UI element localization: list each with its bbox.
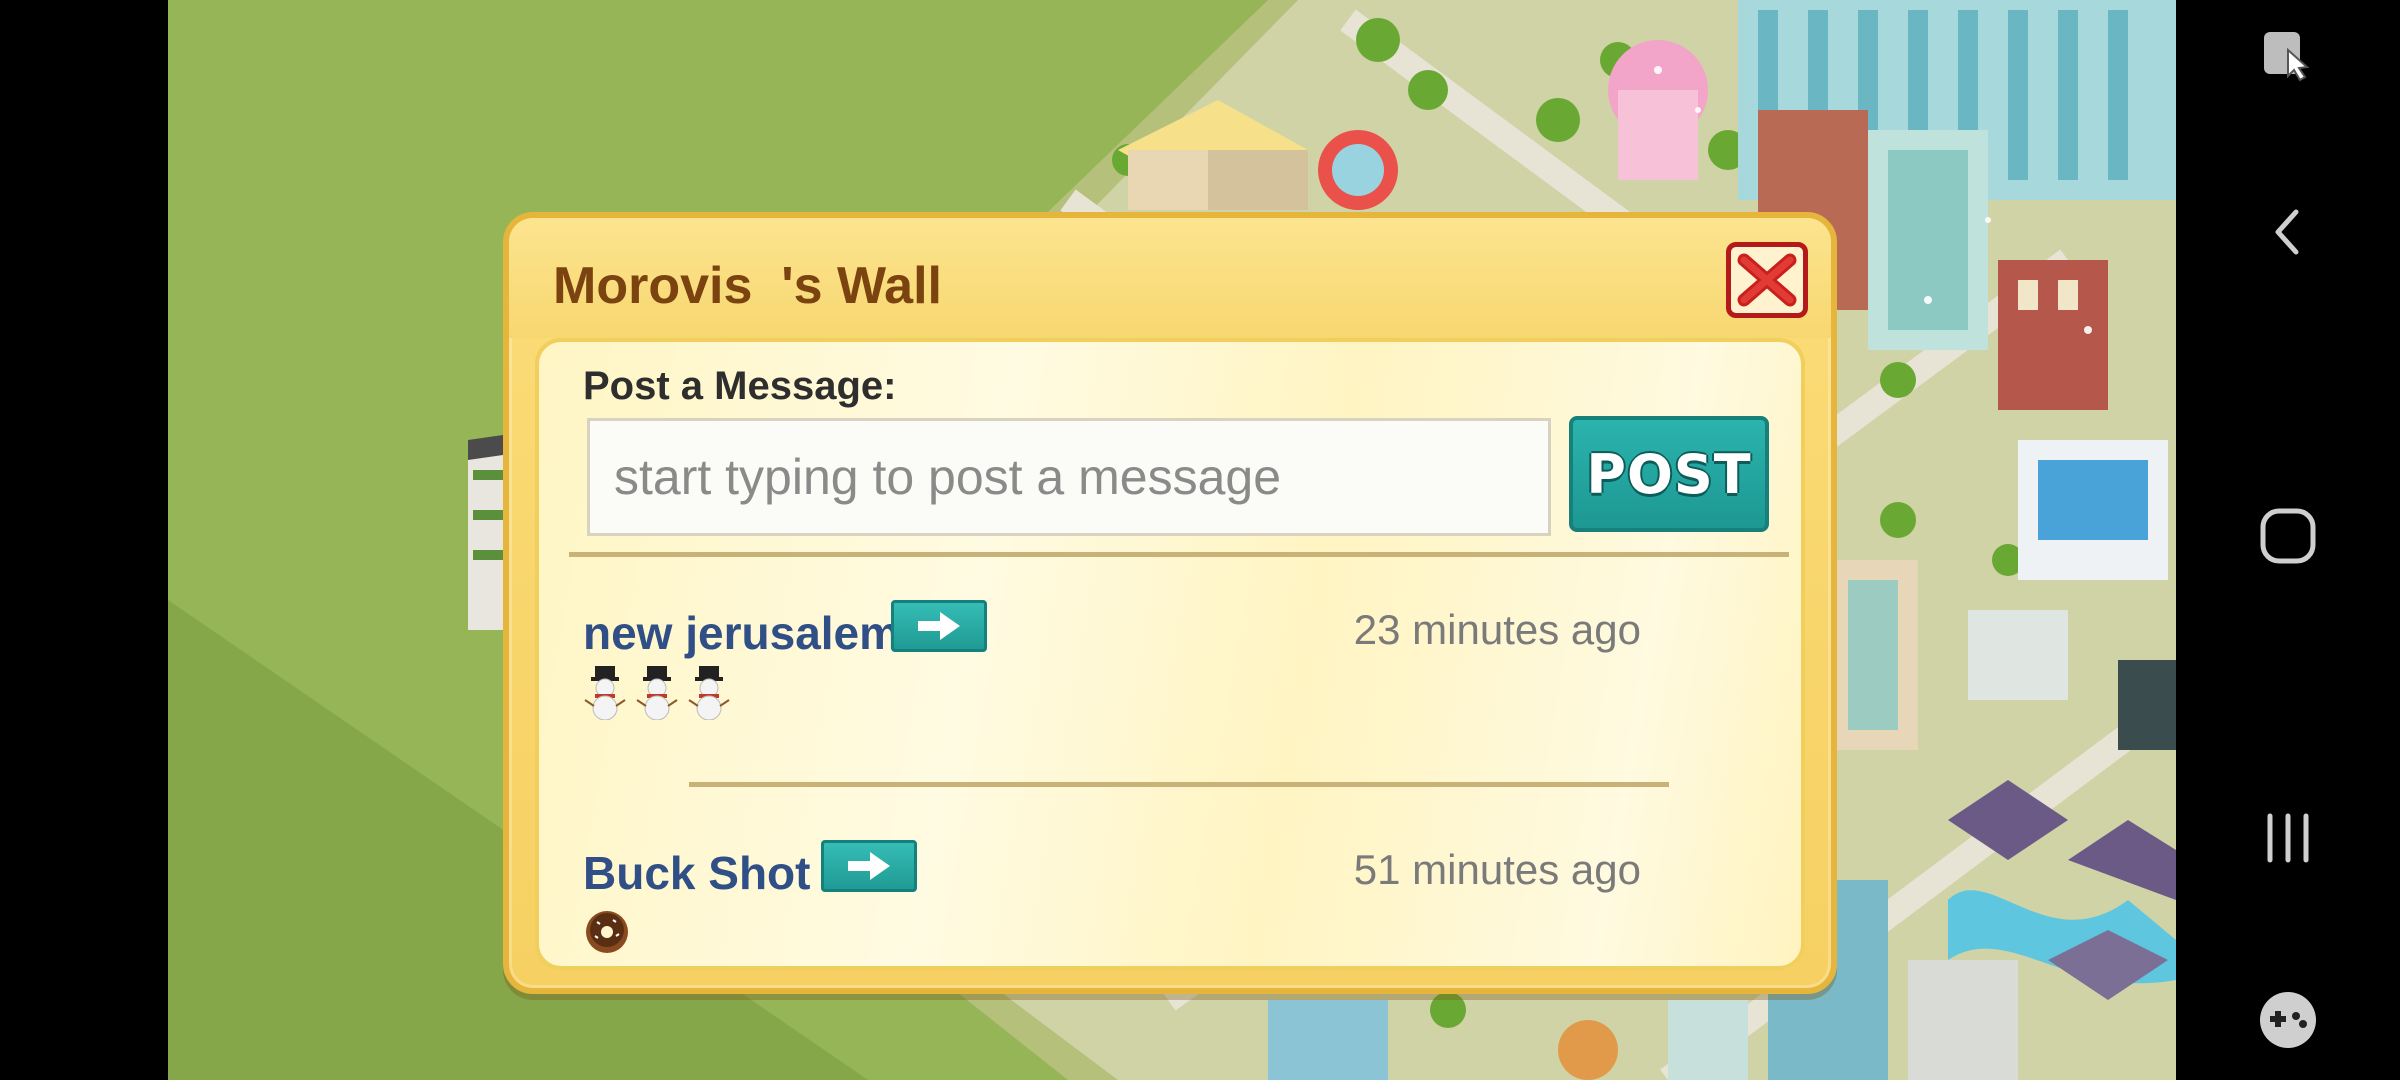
game-tools-button[interactable] xyxy=(2236,968,2340,1072)
wall-post: Buck Shot 51 minutes ago xyxy=(539,818,1801,966)
wall-body: Post a Message: POST new jerusalem 23 mi… xyxy=(535,338,1805,970)
snowman-icon xyxy=(636,666,678,720)
recents-icon xyxy=(2267,813,2309,863)
dialog-header: Morovis 's Wall xyxy=(509,218,1831,338)
arrow-right-icon xyxy=(848,852,890,880)
system-nav-bar xyxy=(2176,0,2400,1080)
message-input[interactable] xyxy=(587,418,1551,536)
post-divider xyxy=(689,782,1669,787)
post-author[interactable]: new jerusalem xyxy=(583,606,900,660)
wall-dialog: Morovis 's Wall Post a Message: POST new… xyxy=(503,212,1837,994)
divider xyxy=(569,552,1789,557)
home-button[interactable] xyxy=(2236,484,2340,588)
post-content xyxy=(583,666,731,720)
post-timestamp: 23 minutes ago xyxy=(1353,606,1641,653)
home-icon xyxy=(2260,508,2316,564)
donut-icon xyxy=(586,911,628,953)
back-icon xyxy=(2275,209,2299,255)
recents-button[interactable] xyxy=(2236,786,2340,890)
snowman-icon xyxy=(688,666,730,720)
post-message-label: Post a Message: xyxy=(583,364,897,408)
screen-control-button[interactable] xyxy=(2236,4,2340,108)
post-author[interactable]: Buck Shot xyxy=(583,846,810,900)
snowman-icon xyxy=(584,666,626,720)
post-timestamp: 51 minutes ago xyxy=(1353,846,1641,893)
back-button[interactable] xyxy=(2236,180,2340,284)
screen: Morovis 's Wall Post a Message: POST new… xyxy=(0,0,2400,1080)
visit-town-button[interactable] xyxy=(821,840,917,892)
wall-post: new jerusalem 23 minutes ago xyxy=(539,578,1801,768)
close-button[interactable] xyxy=(1726,242,1808,318)
wall-title: Morovis 's Wall xyxy=(553,257,942,315)
arrow-right-icon xyxy=(918,612,960,640)
screen-control-icon xyxy=(2264,32,2310,82)
game-controller-icon xyxy=(2260,992,2316,1048)
post-button[interactable]: POST xyxy=(1569,416,1769,532)
post-content xyxy=(583,908,631,956)
visit-town-button[interactable] xyxy=(891,600,987,652)
close-icon xyxy=(1737,253,1797,307)
